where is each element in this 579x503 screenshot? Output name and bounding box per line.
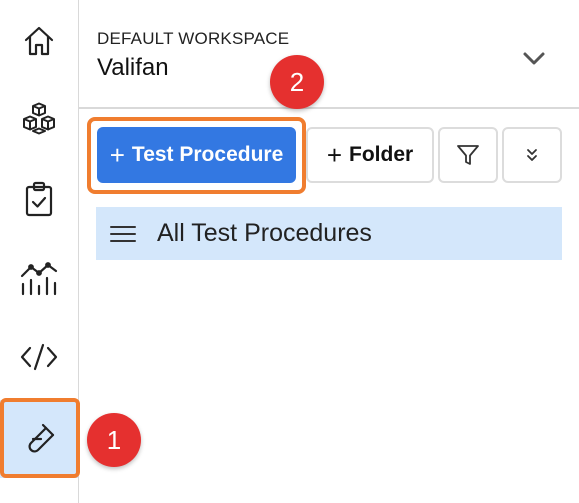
new-test-procedure-label: Test Procedure [131, 143, 284, 166]
filter-button[interactable] [438, 127, 498, 183]
sidebar-item-analytics[interactable] [0, 239, 78, 317]
code-icon [20, 343, 58, 371]
app-root: 1 DEFAULT WORKSPACE Valifan + Test Proce… [0, 0, 579, 503]
tree-item-all-test-procedures[interactable]: All Test Procedures [96, 207, 562, 260]
new-folder-label: Folder [349, 143, 414, 166]
tree-item-label: All Test Procedures [157, 219, 372, 247]
sidebar-rail [0, 0, 79, 503]
menu-icon [110, 225, 136, 242]
expand-more-button[interactable] [502, 127, 562, 183]
workspace-header[interactable]: DEFAULT WORKSPACE Valifan [79, 0, 579, 109]
step-badge-2: 2 [270, 55, 324, 109]
double-chevron-down-icon [527, 149, 537, 161]
plus-icon: + [326, 140, 342, 170]
workspace-label: DEFAULT WORKSPACE [97, 29, 290, 48]
cubes-icon [23, 102, 55, 135]
filter-icon [457, 145, 479, 165]
home-icon [24, 26, 54, 56]
clipboard-check-icon [25, 181, 53, 217]
sidebar-item-code[interactable] [0, 318, 78, 396]
new-test-procedure-button[interactable]: + Test Procedure [97, 127, 296, 183]
chart-icon [20, 262, 58, 296]
test-tube-icon [28, 423, 55, 453]
sidebar-item-test[interactable] [0, 400, 78, 478]
step-badge-1: 1 [87, 413, 141, 467]
sidebar-item-modules[interactable] [0, 81, 78, 159]
sidebar-item-tasks[interactable] [0, 160, 78, 238]
workspace-name: Valifan [97, 54, 169, 81]
sidebar-item-home[interactable] [0, 2, 78, 80]
plus-icon: + [109, 140, 125, 170]
new-folder-button[interactable]: + Folder [306, 127, 434, 183]
chevron-down-icon[interactable] [522, 48, 546, 68]
